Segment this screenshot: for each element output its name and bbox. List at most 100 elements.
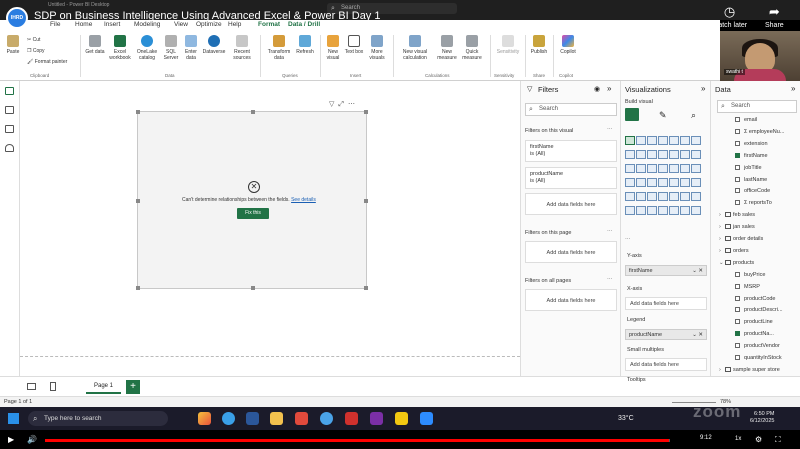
- visual-type-icon[interactable]: [691, 206, 701, 215]
- field-item[interactable]: officeCode: [735, 188, 770, 194]
- resize-handle[interactable]: [251, 110, 255, 114]
- copilot-button[interactable]: Copilot: [557, 35, 579, 55]
- menu-data-drill[interactable]: Data / Drill: [288, 21, 320, 28]
- desktop-layout-icon[interactable]: [27, 383, 36, 390]
- page-tab[interactable]: Page 1: [86, 380, 121, 394]
- resize-handle[interactable]: [364, 286, 368, 290]
- menu-file[interactable]: File: [50, 21, 60, 28]
- new-visual-button[interactable]: New visual: [323, 35, 343, 61]
- focus-mode-icon[interactable]: ⤢: [338, 101, 348, 108]
- visual-type-icon[interactable]: [647, 192, 657, 201]
- field-item[interactable]: productLine: [735, 319, 773, 325]
- visual-type-icon[interactable]: [669, 206, 679, 215]
- visual-type-icon[interactable]: [647, 150, 657, 159]
- visual-type-icon[interactable]: [625, 178, 635, 187]
- field-item[interactable]: productVendor: [735, 343, 780, 349]
- visual-type-icon[interactable]: [625, 164, 635, 173]
- enter-data-button[interactable]: Enter data: [182, 35, 200, 61]
- visual-type-icon[interactable]: [636, 136, 646, 145]
- table-item[interactable]: › jan sales: [719, 224, 755, 230]
- visual-type-icon[interactable]: [669, 164, 679, 173]
- quick-measure-button[interactable]: Quick measure: [460, 35, 484, 61]
- yaxis-field-pill[interactable]: firstName ⌄ ✕: [625, 265, 707, 276]
- menu-optimize[interactable]: Optimize: [196, 21, 222, 28]
- build-visual-tab-icon[interactable]: [625, 108, 639, 121]
- table-view-icon[interactable]: [5, 106, 14, 114]
- more-visuals-button[interactable]: More visuals: [365, 35, 389, 61]
- field-checkbox[interactable]: [735, 140, 740, 146]
- cut-button[interactable]: ✂ Cut: [27, 37, 40, 43]
- sql-server-button[interactable]: SQL Server: [161, 35, 181, 61]
- visual-type-icon[interactable]: [669, 136, 679, 145]
- visual-type-icon[interactable]: [669, 192, 679, 201]
- field-checkbox[interactable]: [735, 128, 740, 134]
- remove-field-icon[interactable]: ⌄ ✕: [692, 330, 703, 340]
- menu-format[interactable]: Format: [258, 21, 280, 28]
- eye-icon[interactable]: ◉: [594, 85, 600, 93]
- xaxis-drop-zone[interactable]: Add data fields here: [625, 297, 707, 310]
- table-item[interactable]: › orders: [719, 247, 749, 254]
- new-measure-button[interactable]: New measure: [435, 35, 459, 61]
- visual-type-icon[interactable]: [691, 178, 701, 187]
- menu-insert[interactable]: Insert: [104, 21, 120, 28]
- visual-type-icon[interactable]: [691, 150, 701, 159]
- chrome-icon[interactable]: [320, 412, 333, 425]
- visual-type-icon[interactable]: [691, 164, 701, 173]
- add-page-button[interactable]: +: [126, 380, 140, 394]
- visual-type-icon[interactable]: [680, 178, 690, 187]
- menu-modeling[interactable]: Modeling: [134, 21, 160, 28]
- volume-icon[interactable]: 🔊: [27, 435, 37, 444]
- field-checkbox[interactable]: [735, 283, 740, 289]
- resize-handle[interactable]: [136, 110, 140, 114]
- acrobat-icon[interactable]: [345, 412, 358, 425]
- visual-type-icon[interactable]: [658, 206, 668, 215]
- visual-type-icon[interactable]: [625, 150, 635, 159]
- field-checkbox[interactable]: [735, 188, 740, 194]
- field-item[interactable]: MSRP: [735, 283, 760, 290]
- visual-type-icon[interactable]: [636, 150, 646, 159]
- excel-workbook-button[interactable]: Excel workbook: [107, 35, 133, 61]
- field-checkbox[interactable]: [735, 271, 740, 277]
- recent-sources-button[interactable]: Recent sources: [228, 35, 256, 61]
- field-checkbox[interactable]: [735, 307, 740, 313]
- visual-type-icon[interactable]: [680, 192, 690, 201]
- new-visual-calculation-button[interactable]: New visual calculation: [396, 35, 434, 61]
- visual-type-icon[interactable]: [691, 136, 701, 145]
- more-visuals-dots[interactable]: ⋯: [625, 237, 631, 243]
- video-title[interactable]: SDP on Business Intelligence Using Advan…: [34, 10, 380, 22]
- taskbar-search-input[interactable]: ⌕ Type here to search: [28, 411, 168, 426]
- visual-type-icon[interactable]: [680, 150, 690, 159]
- zoom-app-icon[interactable]: [420, 412, 433, 425]
- field-checkbox[interactable]: [735, 355, 740, 360]
- visual-type-icon[interactable]: [680, 136, 690, 145]
- resize-handle[interactable]: [364, 110, 368, 114]
- menu-help[interactable]: Help: [228, 21, 241, 28]
- resize-handle[interactable]: [136, 286, 140, 290]
- refresh-button[interactable]: Refresh: [294, 35, 316, 55]
- settings-gear-icon[interactable]: ⚙: [755, 435, 762, 444]
- field-checkbox[interactable]: [735, 176, 740, 182]
- visual-type-icon[interactable]: [647, 136, 657, 145]
- field-checkbox[interactable]: [735, 164, 740, 170]
- weather-temperature[interactable]: 33°C: [618, 415, 634, 422]
- model-view-icon[interactable]: [5, 125, 14, 133]
- field-item[interactable]: productNa...: [735, 331, 774, 337]
- channel-logo[interactable]: IHRD: [6, 7, 28, 29]
- play-icon[interactable]: ▶: [8, 435, 14, 444]
- analytics-tab-icon[interactable]: ⌕: [691, 110, 696, 121]
- field-item[interactable]: buyPrice: [735, 271, 765, 278]
- menu-view[interactable]: View: [174, 21, 188, 28]
- field-checkbox[interactable]: [735, 343, 740, 349]
- field-item[interactable]: jobTitle: [735, 164, 762, 171]
- field-item[interactable]: lastName: [735, 176, 767, 183]
- filter-card-firstname[interactable]: firstName is (All): [525, 140, 617, 162]
- field-checkbox[interactable]: [735, 152, 740, 158]
- field-item[interactable]: Σ employeeNu...: [735, 128, 784, 135]
- text-box-button[interactable]: Text box: [344, 35, 364, 55]
- field-checkbox[interactable]: [735, 331, 740, 337]
- page-filter-drop-zone[interactable]: Add data fields here: [525, 241, 617, 263]
- visual-type-icon[interactable]: [647, 178, 657, 187]
- onelake-catalog-button[interactable]: OneLake catalog: [134, 35, 160, 61]
- field-item[interactable]: extension: [735, 140, 768, 147]
- see-details-link[interactable]: See details: [291, 197, 316, 203]
